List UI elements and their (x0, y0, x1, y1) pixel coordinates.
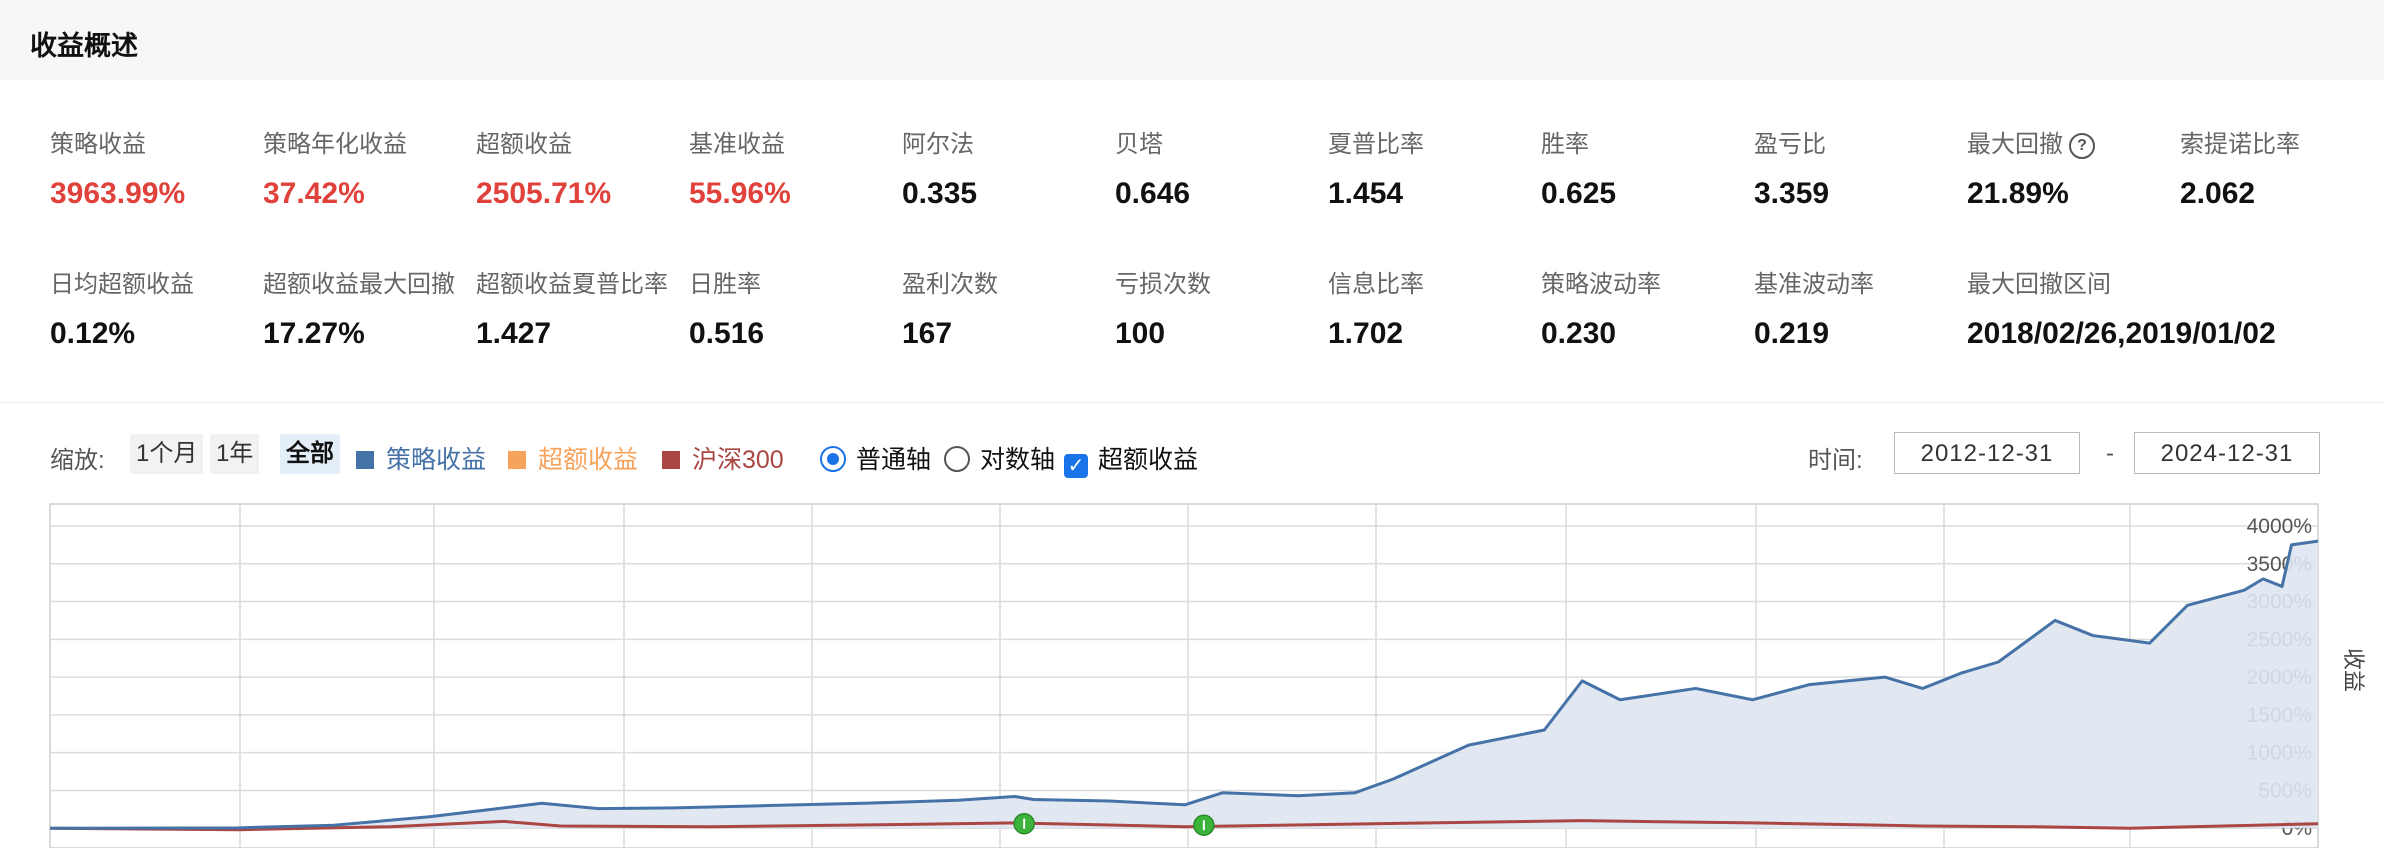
legend-swatch-icon (662, 451, 680, 469)
legend-excess-return[interactable]: 超额收益 (508, 440, 638, 476)
radio-selected-icon (820, 446, 846, 472)
stat-2-4: 日胜率 0.516 (689, 264, 889, 351)
stat-label: 最大回撤区间 (1967, 271, 2111, 298)
stat-2-2: 超额收益最大回撤 17.27% (263, 264, 463, 351)
normal-axis-label: 普通轴 (856, 446, 932, 474)
stat-value: 3.359 (1754, 177, 1830, 210)
stat-label: 夏普比率 (1328, 131, 1424, 158)
section-title: 收益概述 (30, 31, 138, 61)
legend-swatch-icon (508, 451, 526, 469)
zoom-label: 缩放: (50, 447, 105, 474)
stat-label: 策略收益 (50, 131, 146, 158)
stat-label: 信息比率 (1328, 271, 1424, 298)
stat-1-2: 策略年化收益 37.42% (263, 124, 463, 211)
stat-1-1: 策略收益 3963.99% (50, 124, 250, 211)
stat-value: 2018/02/26,2019/01/02 (1967, 317, 2276, 350)
stat-label: 超额收益夏普比率 (476, 271, 668, 298)
stat-label: 超额收益 (476, 131, 572, 158)
stat-label: 最大回撤 (1967, 131, 2063, 158)
stats-panel: 策略收益 3963.99% 策略年化收益 37.42% 超额收益 2505.71% 基准收益… (0, 80, 2384, 403)
stat-value: 0.625 (1541, 177, 1617, 210)
stat-value: 0.219 (1754, 317, 1830, 350)
stat-value: 167 (902, 317, 953, 350)
stat-value: 17.27% (263, 317, 365, 350)
radio-unselected-icon (944, 446, 970, 472)
stat-value: 21.89% (1967, 177, 2069, 210)
legend-label: 超额收益 (538, 446, 639, 474)
stat-1-11: 索提诺比率 2.062 (2180, 124, 2380, 211)
stat-label-row: 最大回撤? (1967, 124, 2167, 159)
stat-value: 0.646 (1115, 177, 1191, 210)
stat-value: 2505.71% (476, 177, 612, 210)
excess-return-checkbox[interactable]: ✓ 超额收益 (1064, 440, 1198, 478)
stat-value: 0.335 (902, 177, 978, 210)
y-axis-label: 收益 (2341, 648, 2366, 692)
stat-value: 100 (1115, 317, 1166, 350)
stat-2-8: 策略波动率 0.230 (1541, 264, 1741, 351)
help-icon[interactable]: ? (2069, 132, 2095, 159)
stat-2-1: 日均超额收益 0.12% (50, 264, 250, 351)
excess-checkbox-label: 超额收益 (1098, 446, 1199, 474)
stat-value: 1.702 (1328, 317, 1404, 350)
legend-hs300[interactable]: 沪深300 (662, 440, 784, 476)
stat-label: 胜率 (1541, 131, 1589, 158)
stat-1-7: 夏普比率 1.454 (1328, 124, 1528, 211)
stat-label: 日均超额收益 (50, 271, 194, 298)
legend-strategy-return[interactable]: 策略收益 (356, 440, 486, 476)
chart-toolbar: 缩放: 1个月 1年 全部 策略收益 超额收益 沪深300 普通轴 对数轴 ✓ 超… (0, 420, 2384, 490)
stat-1-10: 最大回撤? 21.89% (1967, 124, 2167, 211)
time-label: 时间: (1808, 447, 1863, 474)
stat-label: 索提诺比率 (2180, 131, 2300, 158)
returns-chart: 4000%3500%3000%2500%2000%1500%1000%500%0… (0, 500, 2384, 848)
stat-2-7: 信息比率 1.702 (1328, 264, 1528, 351)
y-tick-label: 4000% (2247, 515, 2312, 538)
stat-label: 策略波动率 (1541, 271, 1661, 298)
stat-label: 贝塔 (1115, 131, 1163, 158)
legend-label: 沪深300 (692, 446, 784, 474)
checkmark-icon: ✓ (1064, 454, 1088, 478)
stat-value: 0.516 (689, 317, 765, 350)
stat-2-3: 超额收益夏普比率 1.427 (476, 264, 676, 351)
stat-1-4: 基准收益 55.96% (689, 124, 889, 211)
stat-1-8: 胜率 0.625 (1541, 124, 1741, 211)
stat-2-10: 最大回撤区间 2018/02/26,2019/01/02 (1967, 264, 2276, 351)
zoom-1year-button[interactable]: 1年 (210, 434, 260, 474)
returns-chart-svg: 4000%3500%3000%2500%2000%1500%1000%500%0… (49, 503, 2366, 848)
legend-swatch-icon (356, 451, 374, 469)
stat-value: 3963.99% (50, 177, 186, 210)
stat-value: 2.062 (2180, 177, 2256, 210)
stat-value: 1.454 (1328, 177, 1404, 210)
stat-2-5: 盈利次数 167 (902, 264, 1102, 351)
stat-value: 1.427 (476, 317, 552, 350)
zoom-all-button[interactable]: 全部 (280, 434, 340, 474)
stat-label: 盈亏比 (1754, 131, 1826, 158)
end-date-input[interactable]: 2024-12-31 (2134, 432, 2320, 474)
stat-value: 55.96% (689, 177, 791, 210)
stat-label: 超额收益最大回撤 (263, 271, 455, 298)
date-range-separator: - (2106, 440, 2114, 467)
start-date-input[interactable]: 2012-12-31 (1894, 432, 2080, 474)
stat-1-6: 贝塔 0.646 (1115, 124, 1315, 211)
stat-label: 亏损次数 (1115, 271, 1211, 298)
stat-label: 阿尔法 (902, 131, 974, 158)
stat-label: 基准收益 (689, 131, 785, 158)
normal-axis-radio[interactable]: 普通轴 (820, 440, 931, 476)
stat-1-3: 超额收益 2505.71% (476, 124, 676, 211)
zoom-1month-button[interactable]: 1个月 (130, 434, 204, 474)
stat-value: 37.42% (263, 177, 365, 210)
stat-label: 日胜率 (689, 271, 761, 298)
stat-label: 策略年化收益 (263, 131, 407, 158)
legend-label: 策略收益 (386, 446, 487, 474)
stat-1-5: 阿尔法 0.335 (902, 124, 1102, 211)
stat-value: 0.12% (50, 317, 136, 350)
log-axis-radio[interactable]: 对数轴 (944, 440, 1055, 476)
stat-label: 盈利次数 (902, 271, 998, 298)
stat-label: 基准波动率 (1754, 271, 1874, 298)
section-header: 收益概述 (0, 0, 2384, 81)
stat-value: 0.230 (1541, 317, 1617, 350)
log-axis-label: 对数轴 (980, 446, 1056, 474)
stat-2-9: 基准波动率 0.219 (1754, 264, 1954, 351)
stat-2-6: 亏损次数 100 (1115, 264, 1315, 351)
stat-1-9: 盈亏比 3.359 (1754, 124, 1954, 211)
